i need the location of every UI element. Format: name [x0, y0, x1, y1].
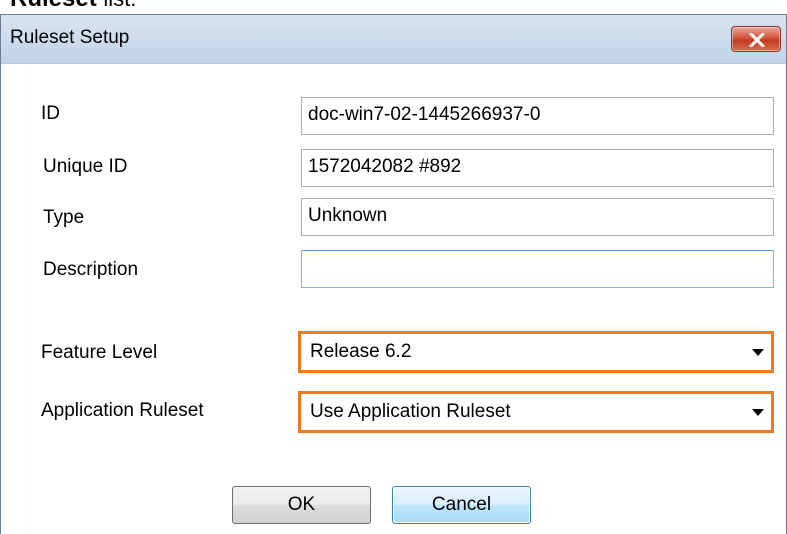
feature-level-label: Feature Level: [41, 342, 158, 363]
description-field[interactable]: [301, 250, 774, 288]
id-label: ID: [41, 103, 60, 124]
feature-level-select[interactable]: Release 6.2: [298, 331, 774, 373]
close-button[interactable]: [731, 26, 781, 52]
unique-id-label: Unique ID: [43, 156, 128, 177]
close-icon: [749, 33, 765, 47]
dialog-body: ID doc-win7-02-1445266937-0 Unique ID 15…: [1, 64, 786, 534]
document-heading-bold: Ruleset: [10, 0, 97, 12]
id-field[interactable]: doc-win7-02-1445266937-0: [301, 97, 774, 135]
ruleset-setup-dialog: Ruleset Setup ID doc-win7-02-1445266937-…: [0, 14, 787, 534]
cancel-button[interactable]: Cancel: [392, 486, 531, 524]
application-ruleset-label: Application Ruleset: [41, 400, 204, 421]
application-ruleset-value: Use Application Ruleset: [310, 401, 511, 422]
feature-level-value: Release 6.2: [310, 341, 412, 362]
ok-button[interactable]: OK: [232, 486, 371, 524]
chevron-down-icon[interactable]: [752, 349, 764, 356]
description-label: Description: [43, 259, 139, 280]
title-bar: Ruleset Setup: [1, 15, 786, 64]
application-ruleset-select[interactable]: Use Application Ruleset: [298, 391, 774, 433]
type-field[interactable]: Unknown: [301, 198, 774, 236]
document-heading-rest: list.: [103, 0, 136, 11]
chevron-down-icon[interactable]: [752, 409, 764, 416]
unique-id-field[interactable]: 1572042082 #892: [301, 149, 774, 187]
document-heading: Ruleset list.: [10, 0, 136, 13]
dialog-title: Ruleset Setup: [10, 27, 130, 48]
type-label: Type: [43, 207, 85, 228]
